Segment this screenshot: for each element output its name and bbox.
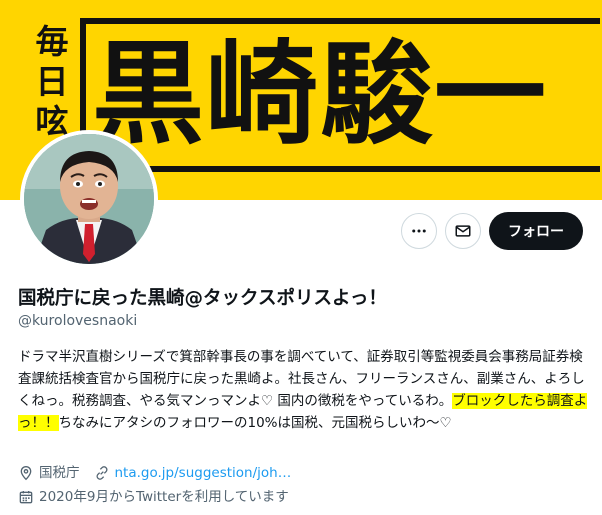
location-text: 国税庁 [39,465,80,481]
location-pin-icon [20,465,32,481]
more-horizontal-icon [412,229,426,233]
envelope-icon [455,225,471,237]
bio-text-end: ちなみにアタシのフォロワーの10%は国税、元国税らしいわ〜♡ [58,415,452,431]
link-icon [95,466,108,480]
profile-meta-row: 国税庁 nta.go.jp/suggestion/joh… [18,463,291,483]
user-handle: @kurolovesnaoki [18,313,138,329]
banner-title-box: 黒崎駿一 [80,18,600,172]
joined-row: 2020年9月からTwitterを利用しています [18,487,289,507]
avatar[interactable] [20,130,158,268]
banner-subtitle-char: 日 [35,62,69,101]
banner-subtitle-char: 毎 [35,22,69,61]
message-button[interactable] [445,213,481,249]
website-link[interactable]: nta.go.jp/suggestion/joh… [115,463,292,483]
profile-bio: ドラマ半沢直樹シリーズで箕部幹事長の事を調べていて、証券取引等監視委員会事務局証… [18,346,592,434]
follow-button[interactable]: フォロー [489,212,583,250]
calendar-icon [19,491,33,504]
avatar-portrait [24,134,154,264]
more-button[interactable] [401,213,437,249]
display-name: 国税庁に戻った黒崎@タックスポリスよっ！ [18,288,387,309]
banner-title: 黒崎駿一 [92,29,548,160]
joined-text: 2020年9月からTwitterを利用しています [39,489,289,505]
